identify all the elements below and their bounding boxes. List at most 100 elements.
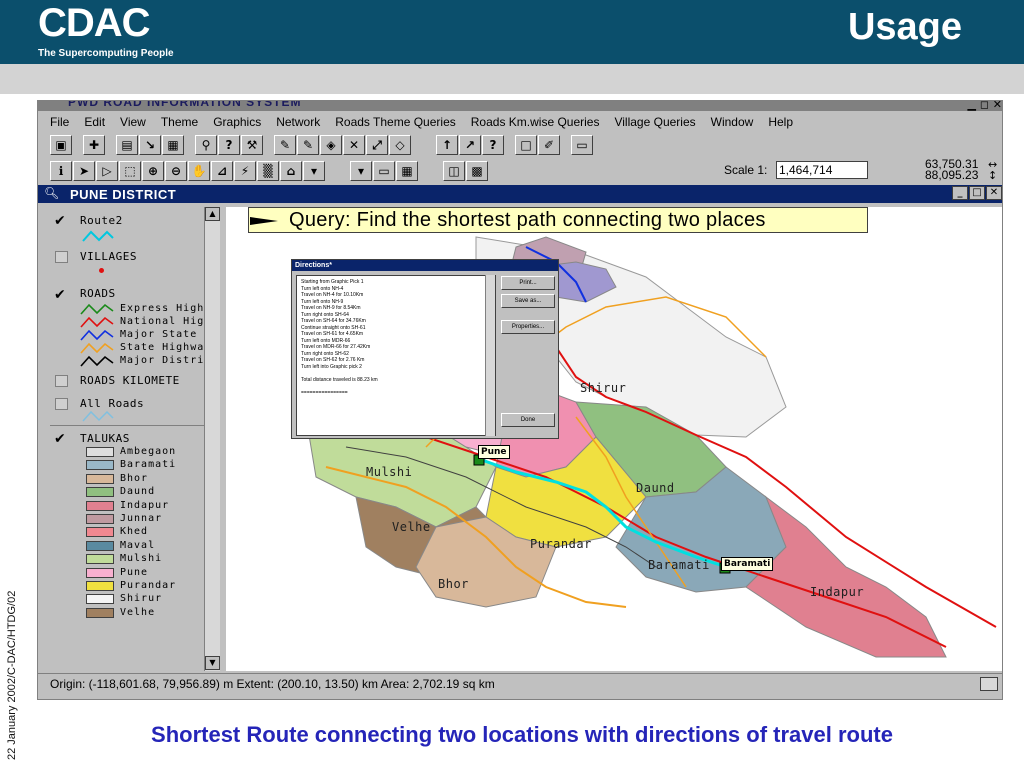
callout-baramati: Baramati — [721, 557, 774, 571]
diamond-icon[interactable]: ◇ — [389, 135, 411, 155]
pointer-icon[interactable]: ➤ — [73, 161, 95, 181]
close-button[interactable]: ✕ — [986, 186, 1002, 200]
map-label-baramati: Baramati — [648, 558, 710, 572]
legend-panel: ✔ Route2 VILLAGES ✔ ROADS Express High Na… — [44, 207, 224, 671]
all-roads-symbol — [82, 410, 114, 422]
legend-talukas-label: TALUKAS — [80, 432, 130, 445]
village-symbol — [99, 268, 104, 273]
road-symbol-1 — [80, 316, 114, 328]
query-banner: Query: Find the shortest path connecting… — [248, 207, 868, 233]
save-as-button[interactable]: Save as... — [501, 294, 555, 308]
edit2-icon[interactable]: ✎ — [297, 135, 319, 155]
hammer-icon[interactable]: ⚒ — [241, 135, 263, 155]
status-bar: Origin: (-118,601.68, 79,956.89) m Exten… — [38, 673, 1002, 695]
zoom-out-icon[interactable]: ⊖ — [165, 161, 187, 181]
directions-title: Directions* — [292, 260, 558, 271]
talukas-checkbox[interactable]: ✔ — [54, 431, 68, 447]
menu-item-graphics[interactable]: Graphics — [213, 115, 261, 129]
arrow-up2-icon[interactable]: ↗ — [459, 135, 481, 155]
menu-item-file[interactable]: File — [50, 115, 69, 129]
document-window-controls: _ □ ✕ — [952, 186, 1002, 200]
taluka-label: Junnar — [120, 513, 163, 524]
document-title: PUNE DISTRICT — [70, 187, 177, 202]
text-icon[interactable]: ▒ — [257, 161, 279, 181]
directions-scrollbar[interactable] — [485, 275, 495, 436]
grid-icon[interactable]: ▦ — [396, 161, 418, 181]
table-icon[interactable]: ▦ — [162, 135, 184, 155]
hotlink-icon[interactable]: ⚡ — [234, 161, 256, 181]
villages-checkbox[interactable] — [55, 251, 68, 263]
menu-item-roads-km-wise-queries[interactable]: Roads Km.wise Queries — [471, 115, 600, 129]
label-icon[interactable]: ⌂ — [280, 161, 302, 181]
info-icon[interactable]: ℹ — [50, 161, 72, 181]
edit-icon[interactable]: ✎ — [274, 135, 296, 155]
maximize-button[interactable]: □ — [969, 186, 985, 200]
window-controls[interactable]: ▁ ◻ ✕ — [968, 101, 1002, 111]
legend-icon[interactable]: ▤ — [116, 135, 138, 155]
all-roads-checkbox[interactable] — [55, 398, 68, 410]
directions-dialog: Directions* Starting from Graphic Pick 1… — [291, 259, 559, 439]
add-theme-icon[interactable]: ✚ — [83, 135, 105, 155]
menu-item-view[interactable]: View — [120, 115, 146, 129]
find-icon[interactable]: ⚲ — [195, 135, 217, 155]
zoom-in-icon[interactable]: ⊕ — [142, 161, 164, 181]
zoom-extent-icon[interactable]: ⤢ — [366, 135, 388, 155]
menu-item-network[interactable]: Network — [276, 115, 320, 129]
legend-scrollbar[interactable]: ▲ ▼ — [204, 207, 220, 671]
taluka-swatch — [86, 460, 114, 471]
print-button[interactable]: Print... — [501, 276, 555, 290]
scale-label: Scale 1: — [724, 163, 768, 177]
frame-icon[interactable]: □ — [515, 135, 537, 155]
menu-item-roads-theme-queries[interactable]: Roads Theme Queries — [335, 115, 456, 129]
zoom-full-icon[interactable]: ✕ — [343, 135, 365, 155]
menu-item-village-queries[interactable]: Village Queries — [614, 115, 695, 129]
menu-item-theme[interactable]: Theme — [161, 115, 198, 129]
menu-item-help[interactable]: Help — [768, 115, 793, 129]
select-icon[interactable]: ↘ — [139, 135, 161, 155]
scale-input[interactable]: 1,464,714 — [776, 161, 868, 179]
taluka-swatch — [86, 487, 114, 498]
roads-km-checkbox[interactable] — [55, 375, 68, 387]
minus-icon[interactable]: ▭ — [571, 135, 593, 155]
done-button[interactable]: Done — [501, 413, 555, 427]
coord-y: 88,095.23 — [925, 168, 979, 182]
taluka-swatch — [86, 607, 114, 618]
logo-wordmark: CDAC — [38, 1, 151, 45]
query-icon[interactable]: ? — [218, 135, 240, 155]
road-type-label: Major State H — [120, 329, 212, 340]
network-icon[interactable]: ▩ — [466, 161, 488, 181]
menu-item-window[interactable]: Window — [711, 115, 754, 129]
taluka-swatch — [86, 447, 114, 457]
directions-text[interactable]: Starting from Graphic Pick 1 Turn left on… — [296, 275, 496, 436]
save-icon[interactable]: ▣ — [50, 135, 72, 155]
dropdown-icon[interactable]: ▾ — [303, 161, 325, 181]
menu-item-edit[interactable]: Edit — [84, 115, 105, 129]
legend-roads-km-label: ROADS KILOMETE — [80, 374, 180, 387]
query-arrow-icon — [250, 217, 278, 225]
arrow-up-icon[interactable]: ↑ — [436, 135, 458, 155]
taluka-swatch — [86, 581, 114, 591]
rect-select-icon[interactable]: ⬚ — [119, 161, 141, 181]
help-pointer-icon[interactable]: ? — [482, 135, 504, 155]
scroll-up-icon[interactable]: ▲ — [205, 207, 220, 221]
minimize-button[interactable]: _ — [952, 186, 968, 200]
taluka-label: Bhor — [120, 472, 149, 484]
view-icon: 🔍︎ — [44, 186, 60, 200]
taluka-swatch — [86, 514, 114, 524]
layer-icon[interactable]: ◈ — [320, 135, 342, 155]
area-icon[interactable]: ▾ — [350, 161, 372, 181]
pencil-icon[interactable]: ✐ — [538, 135, 560, 155]
properties-button[interactable]: Properties... — [501, 320, 555, 334]
vertex-icon[interactable]: ▷ — [96, 161, 118, 181]
roads-checkbox[interactable]: ✔ — [54, 287, 68, 303]
callout-icon[interactable]: ▭ — [373, 161, 395, 181]
measure-icon[interactable]: ⊿ — [211, 161, 233, 181]
scroll-down-icon[interactable]: ▼ — [205, 656, 220, 670]
application-window: PWD ROAD INFORMATION SYSTEM ▁ ◻ ✕ File Ed… — [37, 100, 1003, 700]
map-label-indapur: Indapur — [810, 585, 865, 599]
window-icon[interactable]: ◫ — [443, 161, 465, 181]
pan-icon[interactable]: ✋ — [188, 161, 210, 181]
taluka-swatch — [86, 567, 114, 578]
route-checkbox[interactable]: ✔ — [54, 213, 68, 229]
taluka-swatch — [86, 527, 114, 538]
